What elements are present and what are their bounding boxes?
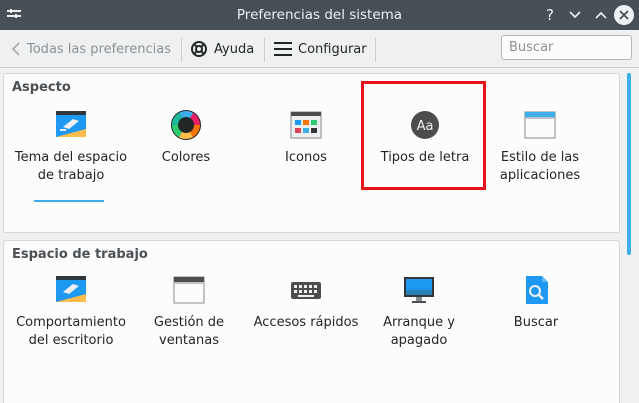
icons-icon bbox=[290, 111, 322, 139]
maximize-button[interactable] bbox=[592, 6, 610, 24]
item-label: Comportamiento del escritorio bbox=[16, 315, 126, 348]
window-management-icon bbox=[173, 276, 205, 304]
desktop-behavior-icon bbox=[56, 276, 86, 302]
item-startup-shutdown[interactable]: Arranque y apagado bbox=[355, 274, 483, 350]
keyboard-icon bbox=[291, 282, 321, 299]
item-label: Accesos rápidos bbox=[253, 315, 359, 330]
item-workspace-theme[interactable]: Tema del espacio de trabajo bbox=[7, 109, 135, 185]
section-title: Aspecto bbox=[12, 80, 71, 95]
content-area: Aspecto Tema del espacio de trabajo Colo… bbox=[0, 69, 639, 403]
hamburger-menu-icon bbox=[274, 42, 292, 56]
section-workspace: Espacio de trabajo Comportamiento del es… bbox=[3, 240, 620, 403]
item-label: Iconos bbox=[285, 150, 327, 165]
application-style-icon bbox=[524, 111, 556, 139]
all-preferences-button[interactable]: Todas las preferencias bbox=[11, 39, 171, 59]
item-label: Colores bbox=[161, 150, 211, 165]
chevron-up-icon bbox=[595, 11, 607, 19]
toolbar-separator bbox=[181, 38, 182, 62]
item-colors[interactable]: Colores bbox=[122, 109, 250, 167]
section-appearance: Aspecto Tema del espacio de trabajo Colo… bbox=[3, 73, 620, 233]
item-application-style[interactable]: Estilo de las aplicaciones bbox=[476, 109, 604, 185]
close-button[interactable] bbox=[614, 5, 634, 25]
item-label: Arranque y apagado bbox=[383, 315, 455, 348]
hover-indicator bbox=[34, 200, 104, 202]
item-icons[interactable]: Iconos bbox=[242, 109, 370, 167]
toolbar-separator bbox=[264, 38, 265, 62]
item-window-management[interactable]: Gestión de ventanas bbox=[125, 274, 253, 350]
chevron-down-icon bbox=[569, 11, 581, 19]
item-label: Buscar bbox=[513, 315, 559, 330]
all-preferences-label: Todas las preferencias bbox=[27, 41, 171, 57]
item-search[interactable]: Buscar bbox=[472, 274, 600, 332]
help-button[interactable]: ? bbox=[541, 6, 559, 24]
chevron-left-icon bbox=[11, 42, 20, 56]
color-wheel-icon bbox=[171, 110, 201, 140]
configure-button[interactable]: Configurar bbox=[274, 39, 367, 59]
fonts-icon-text: Aa bbox=[417, 119, 434, 134]
help-menu-button[interactable]: Ayuda bbox=[190, 39, 254, 59]
section-title: Espacio de trabajo bbox=[12, 247, 148, 262]
help-label: Ayuda bbox=[214, 41, 255, 57]
vertical-scrollbar[interactable] bbox=[623, 69, 635, 403]
scrollbar-thumb[interactable] bbox=[627, 73, 631, 255]
close-icon bbox=[619, 10, 629, 20]
fonts-icon: Aa bbox=[411, 111, 439, 139]
search-icon bbox=[526, 276, 548, 304]
search-input[interactable] bbox=[501, 35, 632, 60]
item-label: Gestión de ventanas bbox=[153, 315, 225, 348]
toolbar-separator bbox=[375, 38, 376, 62]
item-label: Tipos de letra bbox=[380, 150, 470, 165]
item-desktop-behavior[interactable]: Comportamiento del escritorio bbox=[7, 274, 135, 350]
lifebuoy-icon bbox=[191, 41, 207, 57]
title-bar: Preferencias del sistema ? bbox=[0, 0, 639, 30]
item-label: Tema del espacio de trabajo bbox=[14, 150, 128, 183]
minimize-button[interactable] bbox=[566, 6, 584, 24]
item-label: Estilo de las aplicaciones bbox=[499, 150, 581, 183]
startup-shutdown-icon bbox=[404, 277, 434, 303]
item-fonts[interactable]: Aa Tipos de letra bbox=[361, 109, 489, 167]
item-shortcuts[interactable]: Accesos rápidos bbox=[242, 274, 370, 332]
workspace-theme-icon bbox=[56, 111, 86, 137]
configure-label: Configurar bbox=[298, 41, 367, 57]
